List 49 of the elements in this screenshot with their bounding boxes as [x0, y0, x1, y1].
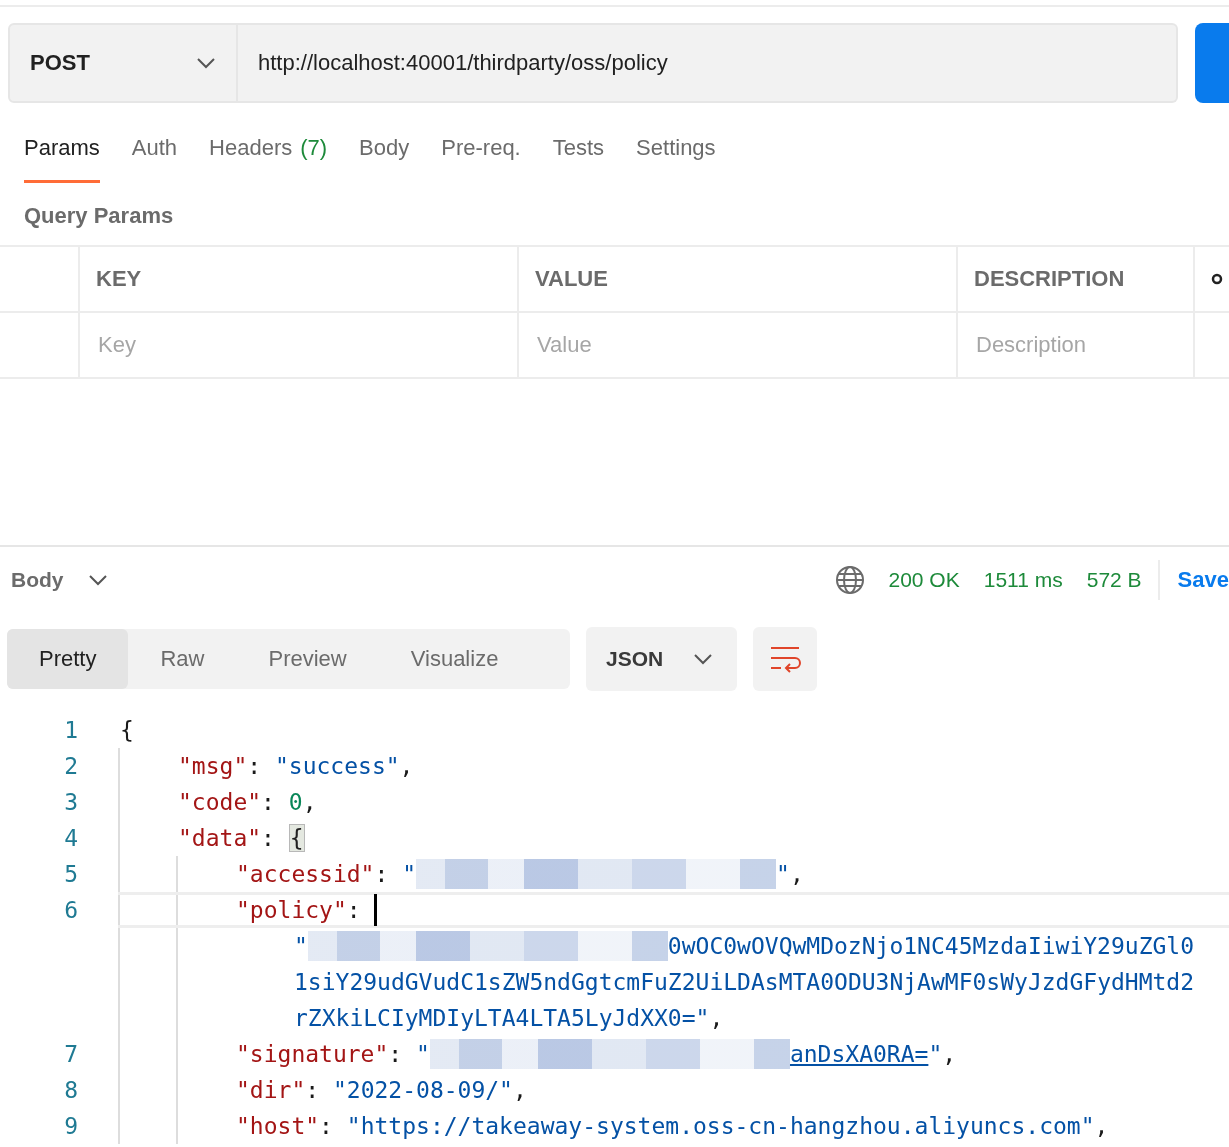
- request-tab[interactable]: Settings: [636, 123, 716, 183]
- line-number: 9: [63, 1113, 79, 1139]
- line-number: 5: [63, 861, 79, 887]
- column-header: DESCRIPTION: [974, 266, 1125, 292]
- request-tab[interactable]: Headers (7): [209, 123, 328, 183]
- wrap-button[interactable]: [753, 627, 818, 691]
- line-number: 7: [63, 1041, 79, 1067]
- globe-icon[interactable]: [834, 565, 865, 595]
- request-tab[interactable]: Body: [359, 123, 410, 183]
- code-line: "host": "https://takeaway-system.oss-cn-hangzhou.aliyuncs.com",: [235, 1113, 1109, 1139]
- code-line: "dir": "2022-08-09/",: [235, 1077, 527, 1103]
- caret-icon: [87, 574, 108, 586]
- code-line: "code": 0,: [177, 789, 317, 815]
- size-text: 572 B: [1086, 568, 1142, 592]
- body-dropdown[interactable]: Body: [11, 568, 108, 592]
- view-tab[interactable]: Visualize: [378, 629, 531, 689]
- save-button[interactable]: Save: [1177, 567, 1229, 593]
- method-dropdown[interactable]: POST: [8, 23, 238, 103]
- time-text: 1511 ms: [983, 568, 1063, 592]
- line-number: 3: [63, 789, 79, 815]
- line-number: 4: [63, 825, 79, 851]
- line-number: 6: [63, 897, 79, 923]
- column-header: VALUE: [535, 266, 608, 292]
- status-text: 200 OK: [888, 568, 960, 592]
- code-line: " 0wOC0wOVQwMDozNjo1NC45MzdaIiwiY29uZGl0: [293, 931, 1195, 961]
- code-line: {: [119, 717, 134, 743]
- caret-icon: [693, 653, 714, 665]
- line-number: 1: [63, 717, 79, 743]
- url-field[interactable]: http://localhost:40001/thirdparty/oss/policy: [238, 23, 1178, 103]
- column-header: KEY: [96, 266, 142, 292]
- code-line: "policy":: [118, 894, 378, 926]
- request-tab[interactable]: Pre-req.: [441, 123, 521, 183]
- request-tab[interactable]: Auth: [131, 123, 178, 183]
- view-tab[interactable]: Pretty: [7, 629, 129, 689]
- view-tab[interactable]: Raw: [128, 629, 237, 689]
- request-tab[interactable]: Params: [24, 123, 100, 183]
- code-line: rZXkiLCIyMDIyLTA4LTA5LyJdXX0=",: [293, 1005, 724, 1031]
- code-line: "msg": "success",: [177, 753, 414, 779]
- more-icon[interactable]: [1211, 273, 1223, 285]
- code-line: "data": {: [177, 824, 305, 852]
- caret-icon: [196, 57, 216, 69]
- code-line: 1siY29udGVudC1sZW5ndGgtcmFuZ2UiLDAsMTA0ODU3NjAwMF0sWyJzdGFydHMtd2: [293, 969, 1195, 995]
- wrap-icon: [769, 645, 802, 673]
- line-number: 2: [63, 753, 79, 779]
- section-title: Query Params: [23, 202, 175, 230]
- view-tab[interactable]: Preview: [236, 629, 379, 689]
- request-tab[interactable]: Tests: [552, 123, 605, 183]
- format-dropdown[interactable]: JSON: [586, 627, 738, 691]
- line-number: 8: [63, 1077, 79, 1103]
